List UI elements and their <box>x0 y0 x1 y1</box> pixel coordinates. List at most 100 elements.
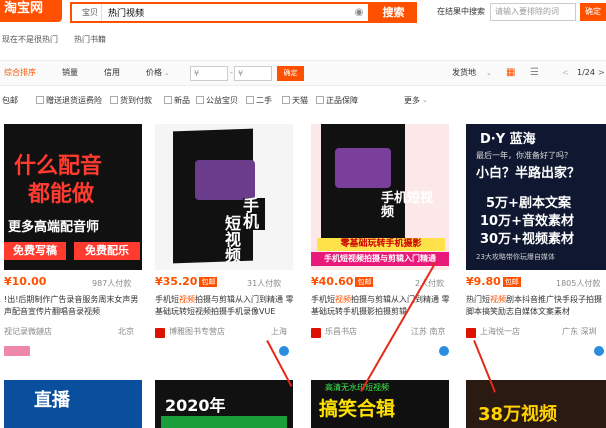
product-title[interactable]: 手机短视频拍摄与剪辑从入门到精通 零基础玩转短视频拍摄手机录像VUE <box>155 294 295 318</box>
filter-charity[interactable]: 公益宝贝 <box>196 95 238 106</box>
wangwang-icon[interactable] <box>439 346 449 356</box>
ship-from-select[interactable]: 发货地 <box>452 61 476 85</box>
paid-count: 1805人付款 <box>556 279 601 288</box>
product-price: ¥10.00 <box>4 275 47 288</box>
search-input[interactable]: 热门视频 <box>102 6 350 19</box>
image-text: 最后一年，你准备好了吗？ <box>476 151 572 160</box>
image-text: 高清无水印短视频 <box>325 383 389 392</box>
shop-name[interactable]: 乐昌书店 <box>325 326 357 337</box>
tab-credit[interactable]: 信用 <box>104 61 120 85</box>
title-highlight: 视频 <box>179 295 195 304</box>
hot-word[interactable]: 热门书籍 <box>74 34 106 45</box>
filter-free-shipping[interactable]: 包邮 <box>2 95 18 106</box>
hot-word[interactable]: 现在不是很热门 <box>2 34 58 45</box>
image-text: 38万视频 <box>478 404 558 425</box>
filter-row: 包邮 赠送退货运费险 货到付款 新品 公益宝贝 二手 天猫 正品保障 更多 ⌄ <box>0 92 606 108</box>
product-image[interactable]: 直播 <box>4 380 142 428</box>
checkbox[interactable] <box>316 96 324 104</box>
price-confirm-button[interactable]: 确定 <box>277 66 304 81</box>
tab-sales[interactable]: 销量 <box>62 61 78 85</box>
product-title[interactable]: !出!后期制作广告录音服务周末女声男声配音宣传片翻唱音录视频 <box>4 294 144 318</box>
chevron-down-icon: ⌄ <box>486 69 492 77</box>
search-category-select[interactable]: 宝贝 <box>72 4 102 21</box>
product-title[interactable]: 手机短视频拍摄与剪辑从入门到精通 零基础玩转手机摄影拍摄剪辑 <box>311 294 451 318</box>
image-text: 直播 <box>34 390 70 411</box>
checkbox[interactable] <box>246 96 254 104</box>
price-dash: - <box>230 68 233 77</box>
image-banner <box>161 416 287 428</box>
title-text: 热门短 <box>466 295 490 304</box>
grid-view-icon[interactable]: ▦ <box>506 61 515 85</box>
product-title[interactable]: 热门短视频剧本抖音推广快手段子拍摄脚本搞笑励志自媒体文案素材 <box>466 294 606 318</box>
next-page-icon[interactable]: > <box>598 61 605 85</box>
image-text: 2020年 <box>165 396 226 415</box>
product-image[interactable]: 2020年 <box>155 380 293 428</box>
location: 北京 <box>118 327 134 336</box>
product-price: ¥35.20 包邮 <box>155 275 218 288</box>
tab-default-sort[interactable]: 综合排序 <box>4 61 36 85</box>
tab-price[interactable]: 价格 <box>146 61 162 85</box>
location: 江苏 南京 <box>411 327 446 336</box>
filter-return-insurance[interactable]: 赠送退货运费险 <box>36 95 102 106</box>
filter-new[interactable]: 新品 <box>164 95 190 106</box>
filter-more[interactable]: 更多 ⌄ <box>404 95 428 106</box>
tmall-icon <box>155 328 165 338</box>
filter-label: 货到付款 <box>120 95 152 105</box>
search-in-results-button[interactable]: 确定 <box>580 3 606 21</box>
search-button[interactable]: 搜索 <box>370 2 417 23</box>
filter-second-hand[interactable]: 二手 <box>246 95 272 106</box>
title-highlight: 视频 <box>335 295 351 304</box>
shop-name[interactable]: 上海悦一店 <box>480 326 520 337</box>
price-value: 35.20 <box>162 275 198 288</box>
list-view-icon[interactable]: ☰ <box>530 61 539 85</box>
product-card[interactable]: D·Y 蓝海 最后一年，你准备好了吗？ 小白？半路出家？ 5万+剧本文案 10万… <box>466 124 606 374</box>
price-min-input[interactable]: ¥ <box>190 66 228 81</box>
product-image[interactable]: 什么配音 都能做 更多高端配音师 免费写稿 免费配乐 <box>4 124 142 270</box>
product-image[interactable]: D·Y 蓝海 最后一年，你准备好了吗？ 小白？半路出家？ 5万+剧本文案 10万… <box>466 124 606 270</box>
image-text: 手机短视频拍摄与剪辑入门精通 <box>311 252 449 266</box>
filter-label: 天猫 <box>292 95 308 105</box>
wangwang-icon[interactable] <box>594 346 604 356</box>
image-text: 更多高端配音师 <box>8 220 100 235</box>
image-text: 免费写稿 <box>4 242 66 260</box>
shop-name[interactable]: 视记录微鏈店 <box>4 326 52 337</box>
image-text: 零基础玩转手机摄影 <box>317 238 445 251</box>
product-image[interactable]: 手机短视频 零基础玩转手机摄影 手机短视频拍摄与剪辑入门精通 <box>311 124 449 270</box>
taobao-logo[interactable]: 淘宝网 <box>0 0 62 22</box>
checkbox[interactable] <box>110 96 118 104</box>
checkbox[interactable] <box>164 96 172 104</box>
sort-bar: 综合排序 销量 信用 价格 ⌄ ¥ - ¥ 确定 发货地 ⌄ ▦ ☰ < 1/2… <box>0 60 606 86</box>
checkbox[interactable] <box>282 96 290 104</box>
product-card[interactable]: 手机 短视频 ¥35.20 包邮 31人付款 手机短视频拍摄与剪辑从入门到精通 零… <box>155 124 305 374</box>
camera-icon[interactable]: ◉ <box>350 7 368 18</box>
image-text: D·Y 蓝海 <box>480 132 536 147</box>
checkbox[interactable] <box>36 96 44 104</box>
filter-genuine[interactable]: 正品保障 <box>316 95 358 106</box>
product-card[interactable]: 什么配音 都能做 更多高端配音师 免费写稿 免费配乐 ¥10.00 987人付款… <box>4 124 154 374</box>
filter-label: 更多 <box>404 95 420 105</box>
product-image[interactable]: 38万视频 <box>466 380 606 428</box>
shop-name[interactable]: 博雅图书专营店 <box>169 326 225 337</box>
tmall-icon <box>466 328 476 338</box>
filter-label: 赠送退货运费险 <box>46 95 102 105</box>
product-card[interactable]: 手机短视频 零基础玩转手机摄影 手机短视频拍摄与剪辑入门精通 ¥40.60 包邮 … <box>311 124 461 374</box>
prev-page-icon[interactable]: < <box>562 61 569 85</box>
filter-tmall[interactable]: 天猫 <box>282 95 308 106</box>
paid-count: 987人付款 <box>92 279 132 288</box>
product-image[interactable]: 高清无水印短视频 搞笑合辑 <box>311 380 449 428</box>
product-price: ¥9.80 包邮 <box>466 275 521 288</box>
location: 广东 深圳 <box>562 327 597 336</box>
free-shipping-badge: 包邮 <box>355 277 374 287</box>
price-max-input[interactable]: ¥ <box>234 66 272 81</box>
search-in-results-input[interactable]: 请输入要排除的词 <box>490 3 576 21</box>
image-text: 免费配乐 <box>74 242 140 260</box>
checkbox[interactable] <box>196 96 204 104</box>
title-highlight: 视频 <box>490 295 506 304</box>
product-image[interactable]: 手机 短视频 <box>155 124 293 270</box>
wangwang-icon[interactable] <box>279 346 289 356</box>
paid-count: 31人付款 <box>247 279 282 288</box>
filter-cod[interactable]: 货到付款 <box>110 95 152 106</box>
chevron-down-icon: ⌄ <box>164 69 170 77</box>
product-price: ¥40.60 包邮 <box>311 275 374 288</box>
phone-graphic <box>335 148 391 188</box>
